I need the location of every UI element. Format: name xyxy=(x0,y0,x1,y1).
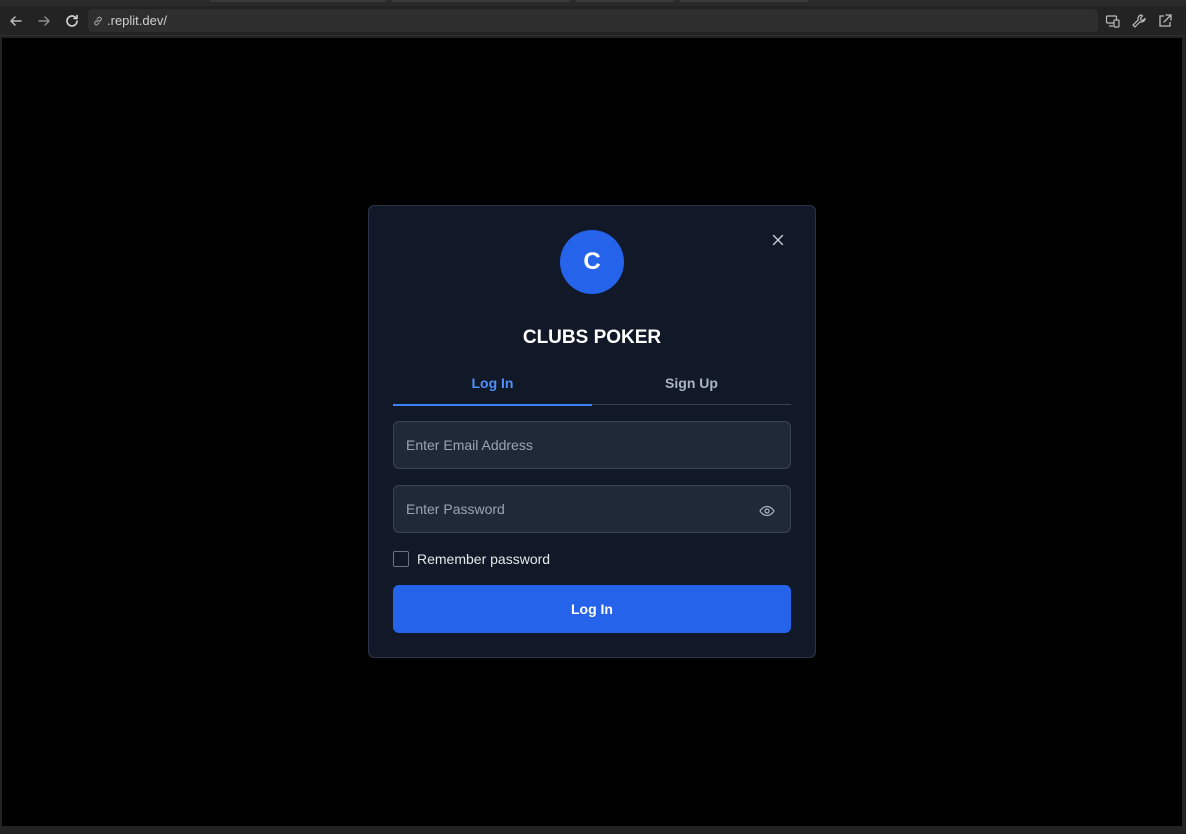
close-icon xyxy=(772,234,784,246)
wrench-icon xyxy=(1132,14,1146,28)
tab-segment[interactable] xyxy=(680,0,808,2)
remember-password-label[interactable]: Remember password xyxy=(417,551,550,567)
log-in-button[interactable]: Log In xyxy=(393,585,791,633)
browser-toolbar: .replit.dev/ xyxy=(0,6,1186,36)
browser-window: .replit.dev/ C CLUBS POKER Log In Sign U… xyxy=(0,0,1186,834)
tab-sign-up[interactable]: Sign Up xyxy=(592,361,791,405)
tab-segment[interactable] xyxy=(576,0,674,2)
eye-icon xyxy=(759,505,775,517)
address-url[interactable]: .replit.dev/ xyxy=(107,13,167,28)
link-icon xyxy=(94,16,102,25)
open-external-button[interactable] xyxy=(1153,9,1177,33)
window-bottom-edge xyxy=(0,826,1186,834)
external-link-icon xyxy=(1159,14,1172,27)
forward-button[interactable] xyxy=(32,9,56,33)
back-button[interactable] xyxy=(4,9,28,33)
devices-button[interactable] xyxy=(1101,9,1125,33)
devices-icon xyxy=(1105,15,1120,28)
remember-password-checkbox[interactable] xyxy=(393,551,409,567)
remember-password-row: Remember password xyxy=(393,551,550,567)
arrow-left-icon xyxy=(10,16,22,26)
password-field[interactable] xyxy=(393,485,791,533)
club-logo: C xyxy=(560,230,624,294)
show-password-toggle[interactable] xyxy=(757,501,777,521)
tab-segment[interactable] xyxy=(210,0,386,2)
modal-title: CLUBS POKER xyxy=(522,327,662,348)
tab-log-in[interactable]: Log In xyxy=(393,361,592,406)
tools-button[interactable] xyxy=(1127,9,1151,33)
arrow-right-icon xyxy=(38,16,50,26)
login-modal: C CLUBS POKER Log In Sign Up Remember pa… xyxy=(368,205,816,658)
email-field[interactable] xyxy=(393,421,791,469)
reload-button[interactable] xyxy=(60,9,84,33)
tab-segment[interactable] xyxy=(392,0,570,2)
auth-tabs: Log In Sign Up xyxy=(393,361,791,406)
close-button[interactable] xyxy=(768,230,788,250)
page-viewport: C CLUBS POKER Log In Sign Up Remember pa… xyxy=(2,38,1182,826)
reload-icon xyxy=(66,14,78,27)
logo-letter: C xyxy=(583,248,601,275)
address-bar[interactable]: .replit.dev/ xyxy=(88,9,1098,32)
